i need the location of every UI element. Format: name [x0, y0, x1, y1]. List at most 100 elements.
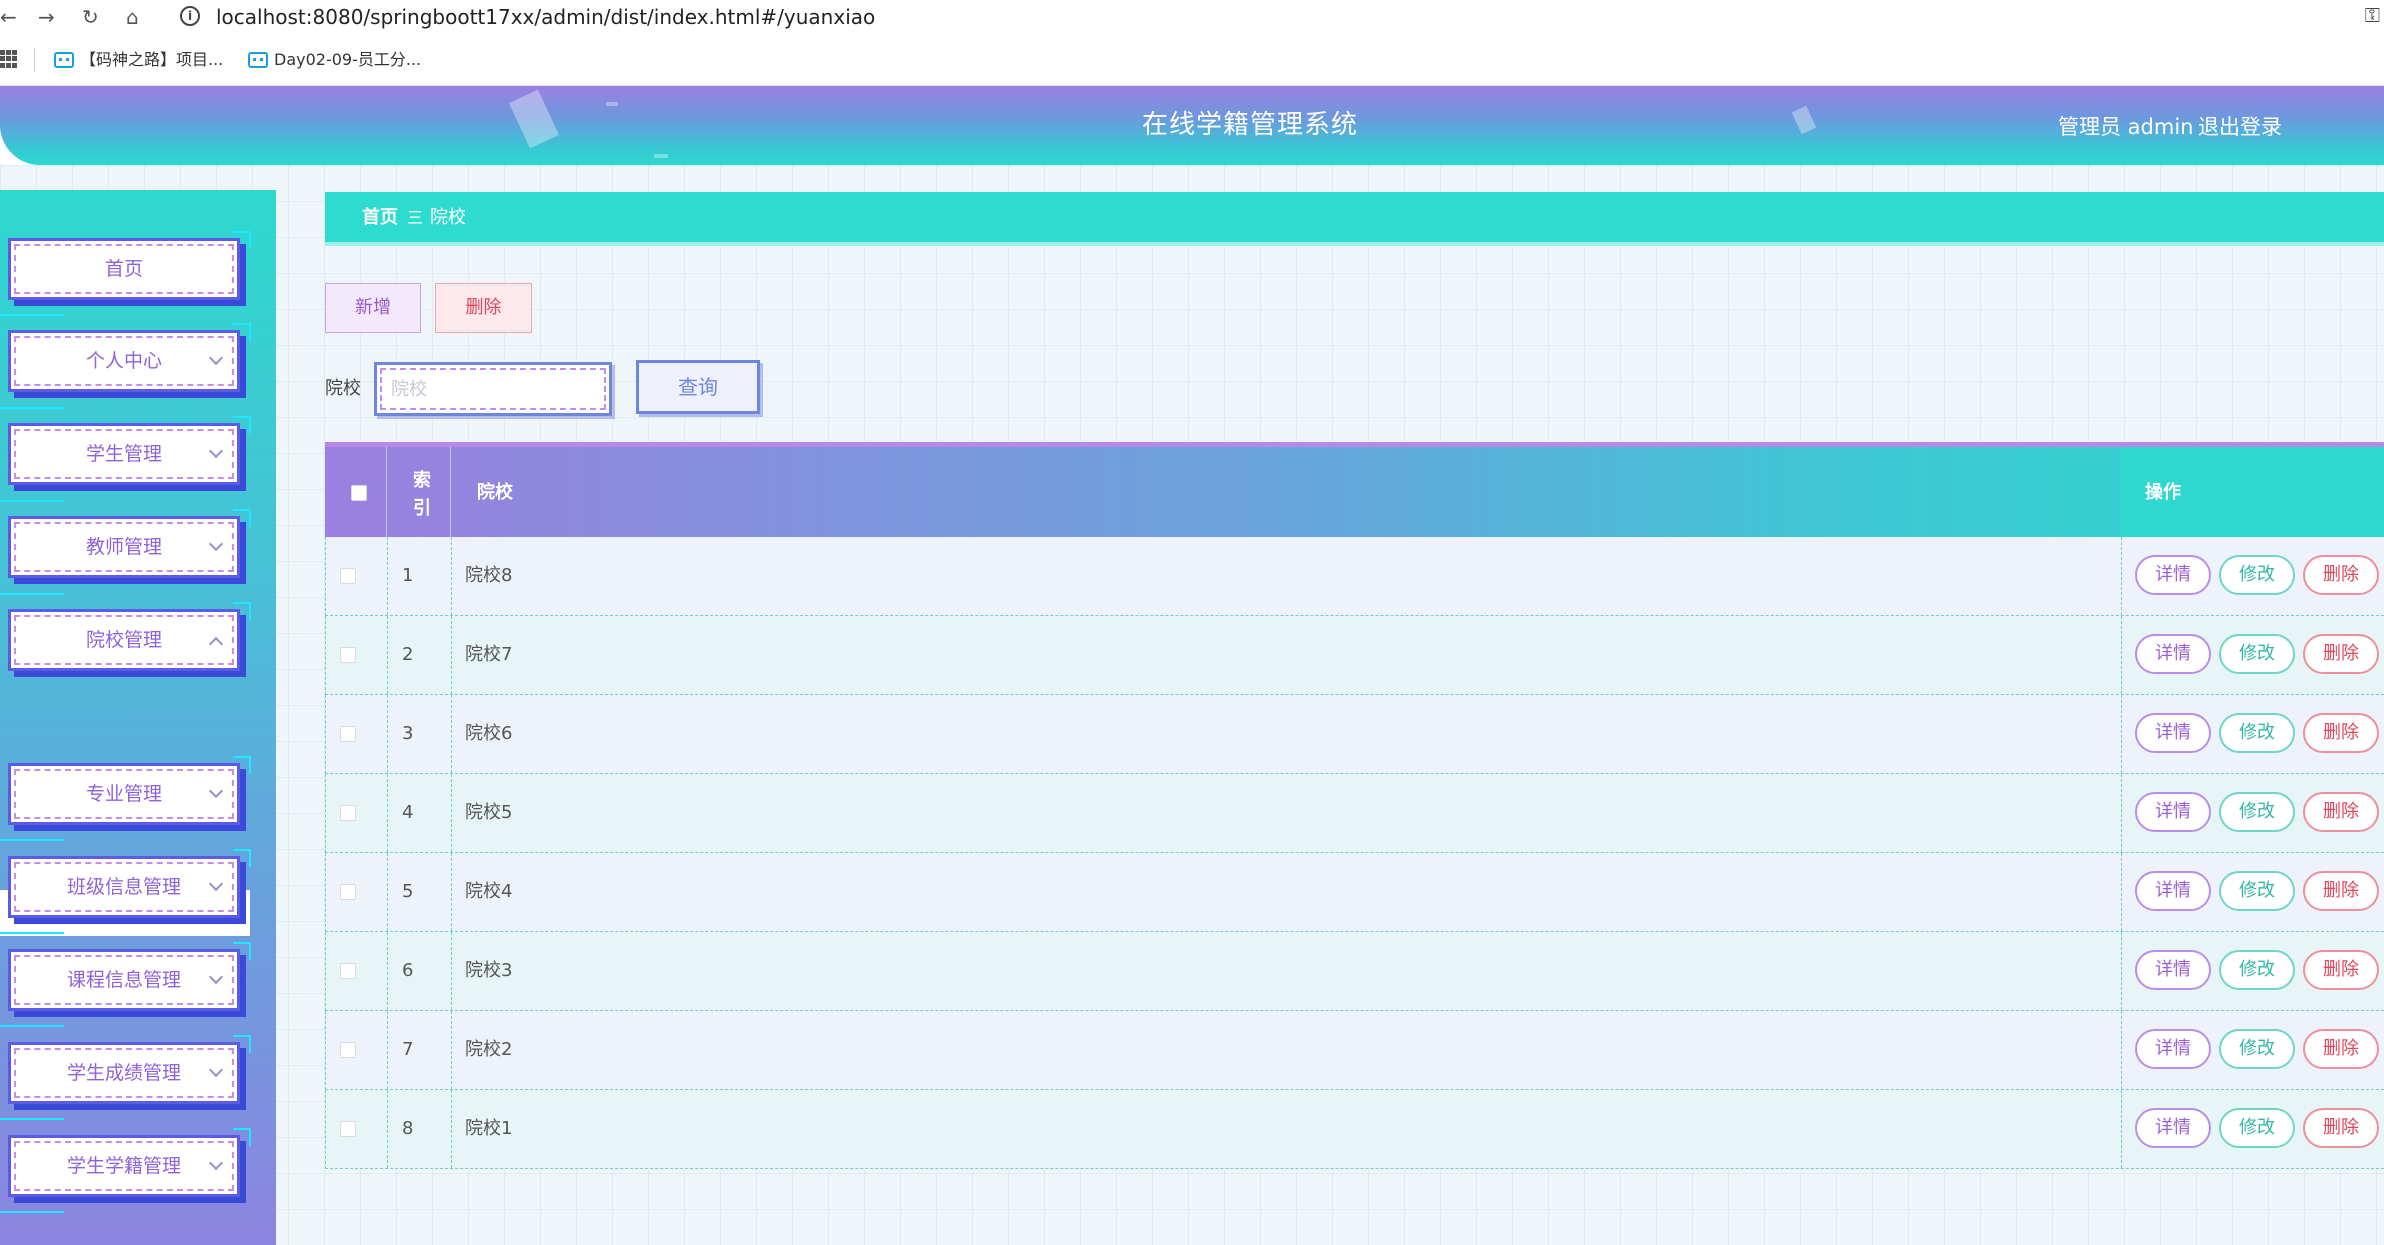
cell-divider [2121, 853, 2122, 931]
sidebar-item-label: 院校管理 [85, 629, 162, 651]
row-college-name: 院校8 [465, 565, 513, 586]
delete-button[interactable]: 删除 [2303, 950, 2379, 990]
breadcrumb-home[interactable]: 首页 [362, 205, 398, 231]
edit-button[interactable]: 修改 [2219, 950, 2295, 990]
row-checkbox[interactable] [340, 1042, 356, 1058]
delete-button[interactable]: 删除 [2303, 792, 2379, 832]
cell-divider [387, 853, 388, 931]
cell-divider [387, 695, 388, 773]
menu-decoration [0, 314, 64, 316]
logout-link[interactable]: 退出登录 [2198, 113, 2282, 141]
row-checkbox[interactable] [340, 884, 356, 900]
forward-icon[interactable]: → [38, 4, 55, 30]
cell-divider [451, 695, 452, 773]
edit-button[interactable]: 修改 [2219, 1108, 2295, 1148]
detail-button[interactable]: 详情 [2135, 792, 2211, 832]
bilibili-icon [54, 52, 74, 68]
row-college-name: 院校7 [465, 644, 513, 665]
sidebar-item-label: 个人中心 [85, 350, 162, 372]
college-table: 索引 院校 操作 1 院校8 详情 修改 删除 2 院校7 详情 修改 删除 3 院校6 详情 修改 删除 4… [325, 442, 2384, 1169]
sidebar-item-colleges[interactable]: 院校管理 [8, 602, 251, 671]
sidebar-item-home[interactable]: 首页 [8, 231, 251, 300]
detail-button[interactable]: 详情 [2135, 634, 2211, 674]
edit-button[interactable]: 修改 [2219, 871, 2295, 911]
row-checkbox[interactable] [340, 1121, 356, 1137]
browser-url-bar: ← → ↻ ⌂ i localhost:8080/springboott17xx… [0, 0, 2384, 34]
sidebar-item-teachers[interactable]: 教师管理 [8, 509, 251, 578]
sidebar-item-grades[interactable]: 学生成绩管理 [8, 1035, 251, 1104]
cell-divider [451, 537, 452, 615]
sidebar-item-label: 专业管理 [85, 783, 162, 805]
cell-divider [451, 1011, 452, 1089]
site-info-icon[interactable]: i [180, 6, 200, 26]
current-user-label: 管理员 admin [2058, 115, 2194, 139]
sidebar-item-classes[interactable]: 班级信息管理 [8, 849, 251, 918]
row-checkbox[interactable] [340, 726, 356, 742]
row-index: 1 [402, 565, 414, 586]
detail-button[interactable]: 详情 [2135, 713, 2211, 753]
header-divider [386, 447, 387, 537]
detail-button[interactable]: 详情 [2135, 950, 2211, 990]
row-checkbox[interactable] [340, 568, 356, 584]
row-checkbox[interactable] [340, 963, 356, 979]
add-button[interactable]: 新增 [325, 283, 421, 333]
bilibili-icon [248, 52, 268, 68]
bookmark-label: 【码神之路】项目... [80, 50, 224, 69]
sidebar-item-label: 课程信息管理 [66, 969, 181, 991]
back-icon[interactable]: ← [0, 4, 17, 30]
edit-button[interactable]: 修改 [2219, 1029, 2295, 1069]
sidebar-item-profile[interactable]: 个人中心 [8, 323, 251, 392]
delete-button[interactable]: 删除 [2303, 555, 2379, 595]
row-college-name: 院校4 [465, 881, 513, 902]
edit-button[interactable]: 修改 [2219, 713, 2295, 753]
sidebar-item-label: 学生学籍管理 [66, 1155, 181, 1177]
delete-button[interactable]: 删除 [2303, 1108, 2379, 1148]
delete-button[interactable]: 删除 [2303, 871, 2379, 911]
cell-divider [387, 1090, 388, 1168]
menu-decoration [0, 839, 64, 841]
breadcrumb: 首页 三 院校 [325, 192, 2384, 246]
bookmark-item[interactable]: Day02-09-员工分... [248, 48, 421, 72]
table-row: 7 院校2 详情 修改 删除 [325, 1011, 2384, 1090]
delete-button[interactable]: 删除 [2303, 634, 2379, 674]
row-checkbox[interactable] [340, 805, 356, 821]
select-all-checkbox[interactable] [351, 485, 367, 501]
reload-icon[interactable]: ↻ [82, 4, 99, 30]
app-title: 在线学籍管理系统 [1142, 110, 1359, 140]
delete-button[interactable]: 删除 [2303, 1029, 2379, 1069]
sidebar-item-status[interactable]: 学生学籍管理 [8, 1128, 251, 1197]
menu-decoration [0, 932, 64, 934]
key-icon[interactable]: ⚿ [2365, 3, 2380, 27]
delete-button[interactable]: 删除 [2303, 713, 2379, 753]
cell-divider [387, 932, 388, 1010]
edit-button[interactable]: 修改 [2219, 792, 2295, 832]
sidebar-item-courses[interactable]: 课程信息管理 [8, 942, 251, 1011]
table-row: 1 院校8 详情 修改 删除 [325, 537, 2384, 616]
row-checkbox[interactable] [340, 647, 356, 663]
home-icon[interactable]: ⌂ [126, 4, 139, 30]
table-row: 2 院校7 详情 修改 删除 [325, 616, 2384, 695]
detail-button[interactable]: 详情 [2135, 1108, 2211, 1148]
detail-button[interactable]: 详情 [2135, 555, 2211, 595]
table-row: 4 院校5 详情 修改 删除 [325, 774, 2384, 853]
menu-decoration [0, 407, 64, 409]
batch-delete-button[interactable]: 删除 [435, 283, 532, 333]
row-college-name: 院校1 [465, 1118, 513, 1139]
row-index: 5 [402, 881, 414, 902]
detail-button[interactable]: 详情 [2135, 871, 2211, 911]
edit-button[interactable]: 修改 [2219, 555, 2295, 595]
bookmark-item[interactable]: 【码神之路】项目... [54, 48, 223, 72]
header-decoration [606, 102, 618, 106]
detail-button[interactable]: 详情 [2135, 1029, 2211, 1069]
row-college-name: 院校2 [465, 1039, 513, 1060]
apps-grid-icon[interactable] [0, 50, 18, 68]
sidebar-item-majors[interactable]: 专业管理 [8, 756, 251, 825]
search-input[interactable] [391, 375, 591, 403]
bookmarks-divider [34, 48, 35, 72]
cell-divider [451, 853, 452, 931]
table-row: 8 院校1 详情 修改 删除 [325, 1090, 2384, 1169]
search-button[interactable]: 查询 [636, 360, 760, 414]
url-text[interactable]: localhost:8080/springboott17xx/admin/dis… [216, 3, 875, 31]
sidebar-item-students[interactable]: 学生管理 [8, 416, 251, 485]
edit-button[interactable]: 修改 [2219, 634, 2295, 674]
